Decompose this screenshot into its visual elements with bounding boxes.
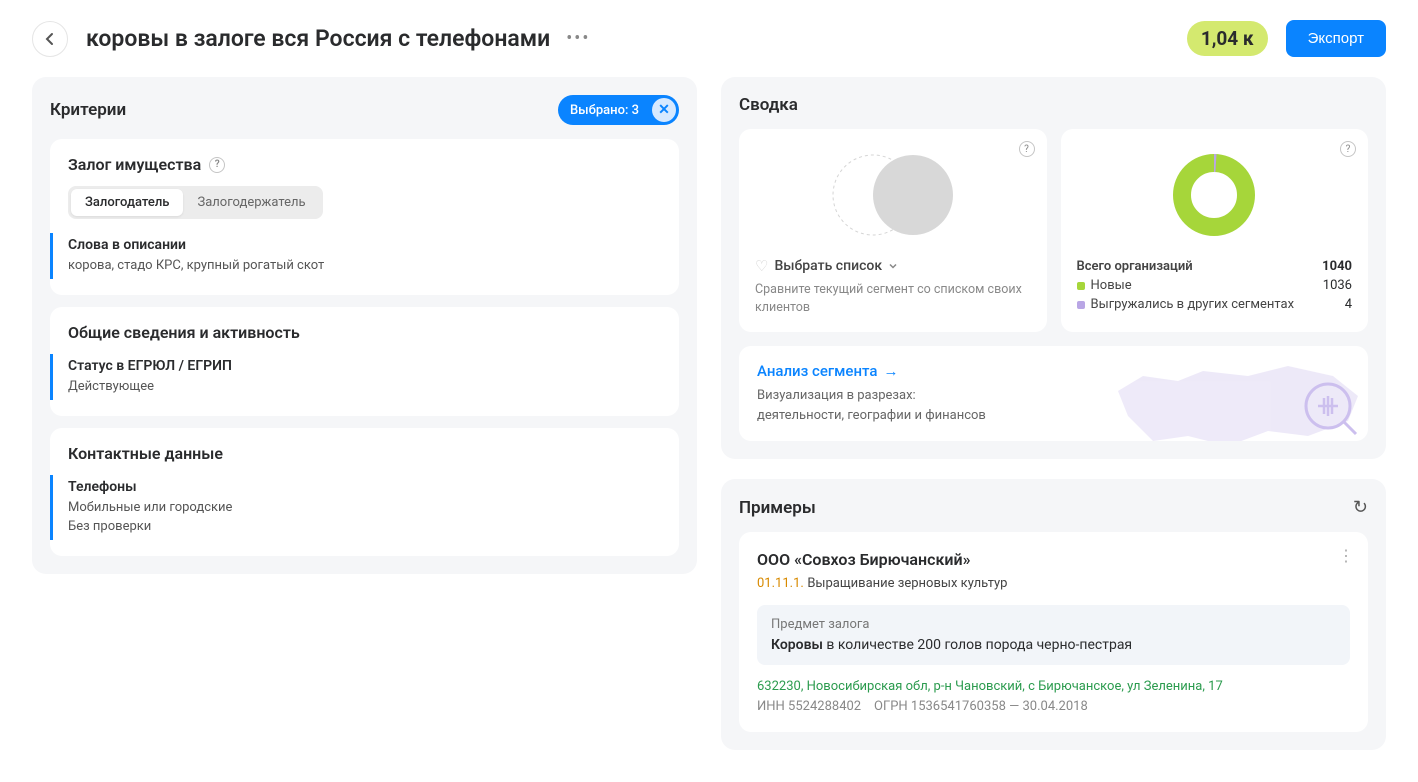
stat-segments: Выгружались в других сегментах 4 <box>1077 295 1353 314</box>
arrow-right-icon: → <box>883 362 898 380</box>
tab-pledgee[interactable]: Залогодержатель <box>183 189 319 216</box>
pledge-role-toggle: Залогодатель Залогодержатель <box>68 186 323 219</box>
summary-panel: Сводка ? ♡ Выбрать список Сравните текущ… <box>721 77 1386 459</box>
new-value: 1036 <box>1323 278 1352 293</box>
arrow-left-icon <box>42 31 58 47</box>
criteria-panel: Критерии Выбрано: 3 ✕ Залог имущества ? … <box>32 77 697 574</box>
heart-icon: ♡ <box>755 257 768 275</box>
examples-panel: Примеры ↻ ⋮ ООО «Совхоз Бирючанский» 01.… <box>721 479 1386 750</box>
legend-dot-green <box>1077 282 1085 290</box>
new-label: Новые <box>1091 278 1132 293</box>
results-counter: 1,04 к <box>1187 21 1268 56</box>
stat-total: Всего организаций 1040 <box>1077 257 1353 276</box>
phones-label: Телефоны <box>68 479 661 495</box>
legend-dot-purple <box>1077 301 1085 309</box>
total-value: 1040 <box>1322 259 1352 274</box>
criterion-words[interactable]: Слова в описании корова, стадо КРС, круп… <box>50 233 661 279</box>
selected-filter-pill[interactable]: Выбрано: 3 ✕ <box>558 95 679 125</box>
refresh-button[interactable]: ↻ <box>1353 497 1368 518</box>
words-value: корова, стадо КРС, крупный рогатый скот <box>68 257 661 275</box>
example-company-card: ⋮ ООО «Совхоз Бирючанский» 01.11.1. Выра… <box>739 532 1368 732</box>
examples-title: Примеры <box>739 498 816 518</box>
summary-title: Сводка <box>739 95 798 115</box>
seg-value: 4 <box>1345 297 1352 312</box>
choose-list-button[interactable]: ♡ Выбрать список <box>755 257 1031 275</box>
criteria-title: Критерии <box>50 100 126 120</box>
tab-pledgor[interactable]: Залогодатель <box>71 189 183 216</box>
pledge-subject-label: Предмет залога <box>771 617 1336 632</box>
company-ogrn: ОГРН 1536541760358 — 30.04.2018 <box>874 699 1088 714</box>
stat-new: Новые 1036 <box>1077 276 1353 295</box>
help-icon[interactable]: ? <box>1019 141 1035 157</box>
okved-code: 01.11.1. <box>757 576 804 591</box>
map-illustration <box>1108 346 1368 441</box>
company-name[interactable]: ООО «Совхоз Бирючанский» <box>757 550 1350 569</box>
pledge-box: Предмет залога Коровы в количестве 200 г… <box>757 605 1350 665</box>
analysis-link-label: Анализ сегмента <box>757 362 877 380</box>
chevron-down-icon <box>888 261 898 271</box>
page-title: коровы в залоге вся Россия с телефонами <box>86 25 550 52</box>
help-icon[interactable]: ? <box>209 157 225 173</box>
more-button[interactable]: ••• <box>566 28 590 49</box>
donut-card: ? Всего организаций 1040 Новые 1036 <box>1061 129 1369 332</box>
pledge-card: Залог имущества ? Залогодатель Залогодер… <box>50 139 679 295</box>
status-value: Действующее <box>68 378 661 396</box>
company-address[interactable]: 632230, Новосибирская обл, р-н Чановский… <box>757 679 1350 694</box>
pledge-title: Залог имущества <box>68 155 201 174</box>
contacts-title: Контактные данные <box>68 444 661 463</box>
compare-card: ? ♡ Выбрать список Сравните текущий сегм… <box>739 129 1047 332</box>
company-ids: ИНН 5524288402 ОГРН 1536541760358 — 30.0… <box>757 699 1350 714</box>
criterion-phones[interactable]: Телефоны Мобильные или городские Без про… <box>50 475 661 539</box>
venn-diagram <box>755 145 1031 245</box>
seg-label: Выгружались в других сегментах <box>1091 297 1295 312</box>
company-inn: ИНН 5524288402 <box>757 699 861 714</box>
okved-activity: Выращивание зерновых культур <box>807 576 1007 591</box>
words-label: Слова в описании <box>68 237 661 253</box>
general-title: Общие сведения и активность <box>68 323 661 342</box>
criterion-status[interactable]: Статус в ЕГРЮЛ / ЕГРИП Действующее <box>50 354 661 400</box>
phones-value: Мобильные или городские Без проверки <box>68 499 661 535</box>
back-button[interactable] <box>32 21 68 57</box>
selected-count: Выбрано: 3 <box>558 99 649 122</box>
donut-chart <box>1077 145 1353 245</box>
clear-filters-button[interactable]: ✕ <box>652 98 676 122</box>
choose-list-label: Выбрать список <box>774 258 882 274</box>
help-icon[interactable]: ? <box>1340 141 1356 157</box>
status-label: Статус в ЕГРЮЛ / ЕГРИП <box>68 358 661 374</box>
contacts-card: Контактные данные Телефоны Мобильные или… <box>50 428 679 555</box>
compare-description: Сравните текущий сегмент со списком свои… <box>755 281 1031 316</box>
total-label: Всего организаций <box>1077 259 1193 274</box>
analysis-card[interactable]: Анализ сегмента → Визуализация в разреза… <box>739 346 1368 441</box>
general-card: Общие сведения и активность Статус в ЕГР… <box>50 307 679 416</box>
export-button[interactable]: Экспорт <box>1286 20 1386 57</box>
pledge-subject-text: Коровы в количестве 200 голов порода чер… <box>771 637 1336 653</box>
example-menu-button[interactable]: ⋮ <box>1338 546 1354 565</box>
